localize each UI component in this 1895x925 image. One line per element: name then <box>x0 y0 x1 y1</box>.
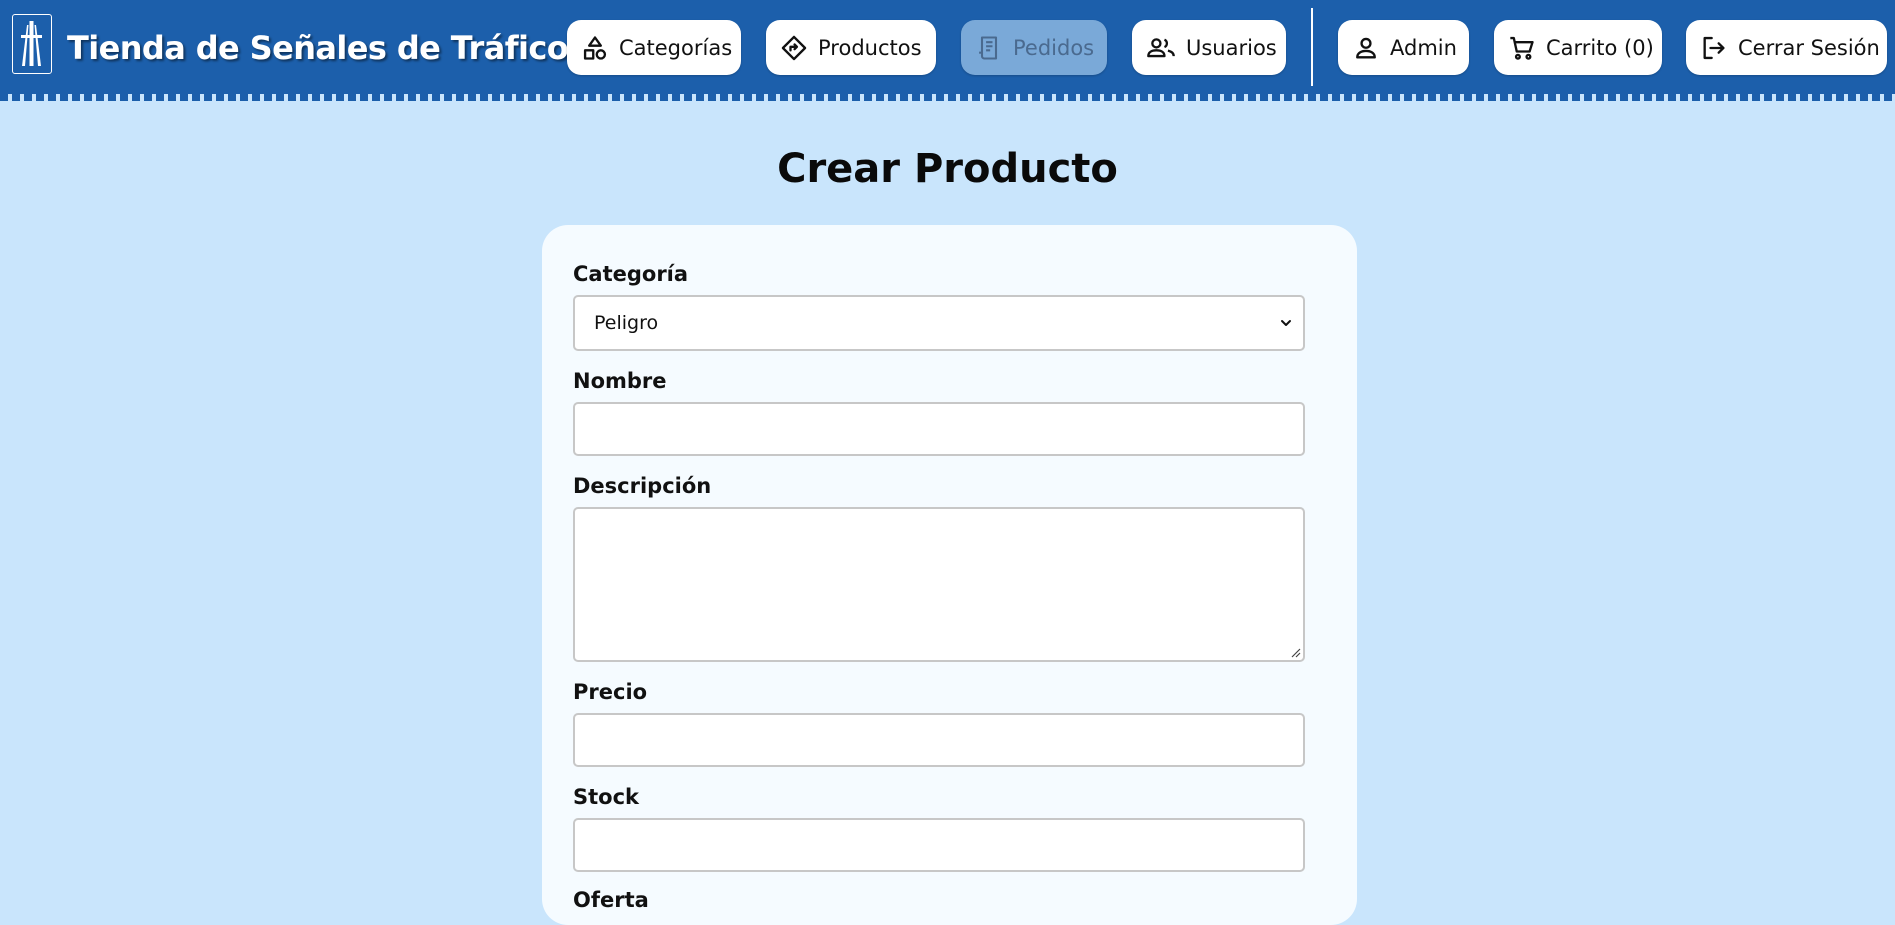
receipt-icon <box>979 35 998 60</box>
app-title[interactable]: Tienda de Señales de Tráfico <box>67 26 569 70</box>
categoria-select[interactable]: Peligro <box>573 295 1305 351</box>
resize-grip-icon[interactable] <box>1289 646 1301 658</box>
cart-icon <box>1510 36 1534 60</box>
nav-categorias-button[interactable]: Categorías <box>567 20 741 75</box>
nav-separator <box>1311 8 1313 86</box>
nav-logout-button[interactable]: Cerrar Sesión <box>1686 20 1887 75</box>
nav-pedidos-label: Pedidos <box>1013 35 1095 60</box>
navbar-dashed-border <box>0 94 1895 101</box>
logout-icon <box>1703 36 1725 59</box>
stock-label: Stock <box>573 785 640 809</box>
nav-usuarios-label: Usuarios <box>1186 35 1277 60</box>
nombre-label: Nombre <box>573 369 667 393</box>
nav-admin-button[interactable]: Admin <box>1338 20 1469 75</box>
categoria-label: Categoría <box>573 262 689 286</box>
chevron-down-icon <box>1281 320 1291 326</box>
stock-input[interactable] <box>573 818 1305 872</box>
nav-admin-label: Admin <box>1390 35 1457 60</box>
nav-logout-label: Cerrar Sesión <box>1738 35 1880 60</box>
nav-productos-label: Productos <box>818 35 922 60</box>
precio-input[interactable] <box>573 713 1305 767</box>
descripcion-textarea[interactable] <box>573 507 1305 662</box>
diamond-sign-icon <box>781 35 807 60</box>
nombre-input[interactable] <box>573 402 1305 456</box>
nav-carrito-button[interactable]: Carrito (0) <box>1494 20 1662 75</box>
nav-categorias-label: Categorías <box>619 35 733 60</box>
precio-label: Precio <box>573 680 648 704</box>
motorway-sign-icon[interactable] <box>12 14 52 74</box>
nav-pedidos-button[interactable]: Pedidos <box>961 20 1107 75</box>
people-icon <box>1147 37 1175 57</box>
page-title: Crear Producto <box>777 146 1118 192</box>
person-icon <box>1356 37 1376 58</box>
nav-usuarios-button[interactable]: Usuarios <box>1132 20 1286 75</box>
oferta-label: Oferta <box>573 888 649 912</box>
shapes-icon <box>583 35 607 60</box>
top-navbar: Tienda de Señales de Tráfico Categorías … <box>0 0 1895 94</box>
descripcion-label: Descripción <box>573 474 712 498</box>
nav-carrito-label: Carrito (0) <box>1546 35 1654 60</box>
nav-productos-button[interactable]: Productos <box>766 20 936 75</box>
categoria-selected-value: Peligro <box>594 312 659 334</box>
